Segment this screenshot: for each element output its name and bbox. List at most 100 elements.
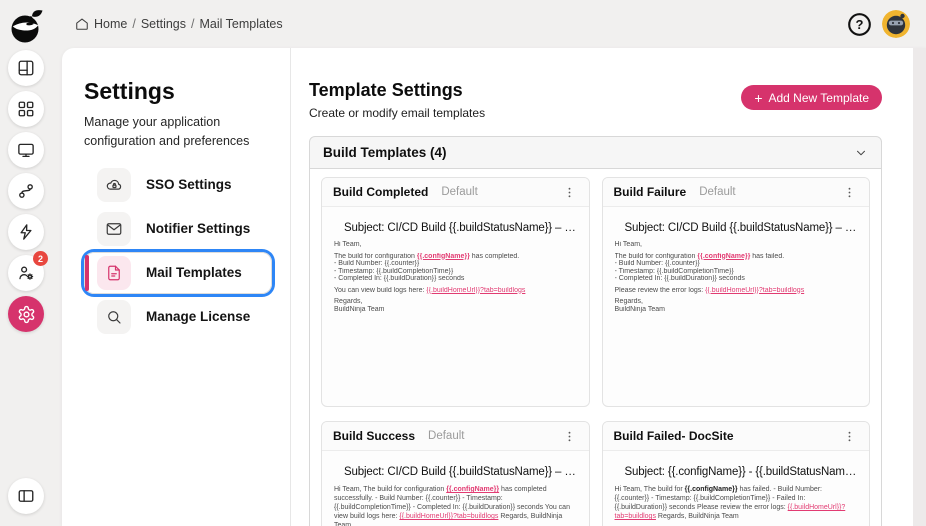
template-body-text: - Completed In: {{.buildDuration}} secon… (334, 275, 465, 282)
template-body-line: - Completed In: {{.buildDuration}} secon… (334, 275, 577, 283)
template-name: Build Success (333, 429, 416, 443)
cloud-lock-icon (97, 167, 131, 202)
page-title: Template Settings (309, 80, 463, 100)
user-settings-icon[interactable]: 2 (8, 251, 48, 291)
template-variable-link[interactable]: {{.configName}} (417, 253, 470, 260)
template-body-text: Regards, (614, 298, 643, 305)
template-default-badge: Default (428, 430, 465, 442)
template-body-line: BuildNinja Team (334, 306, 577, 314)
template-body-text: Regards, (334, 298, 363, 305)
nav-item-mail-templates[interactable]: Mail Templates (84, 251, 272, 294)
nav-label: Mail Templates (146, 265, 242, 281)
notification-count-badge: 2 (33, 251, 48, 266)
template-body-line: - Build Number: {{.counter}} (615, 260, 858, 268)
settings-sidebar: Settings Manage your application configu… (62, 48, 291, 526)
dashboard-layout-icon[interactable] (8, 50, 44, 86)
template-card-header: Build Success Default (322, 422, 589, 451)
template-body-line: The build for configuration {{.configNam… (615, 253, 858, 261)
nav-label: SSO Settings (146, 177, 232, 193)
template-variable-link[interactable]: {{.buildHomeUrl}}?tab=buildlogs (399, 513, 498, 520)
template-body-text: Regards, BuildNinja Team (655, 513, 739, 520)
template-body-text: - Build Number: {{.counter}} (614, 260, 700, 267)
accordion-title: Build Templates (4) (323, 145, 447, 160)
template-card-header: Build Failed- DocSite (602, 422, 869, 451)
settings-gear-icon[interactable] (8, 296, 44, 332)
kebab-menu-icon[interactable] (561, 428, 578, 445)
template-body: Hi Team, The build for {{.configName}} h… (615, 485, 858, 521)
breadcrumb-current: Mail Templates (199, 17, 283, 31)
template-body-text: Hi Team, The build for (614, 486, 685, 493)
breadcrumb-separator: / (191, 17, 195, 31)
template-body-line: Hi Team, (334, 241, 577, 249)
template-subject: Subject: CI/CD Build {{.buildStatusName}… (344, 466, 577, 478)
home-icon (76, 18, 88, 30)
add-new-template-button[interactable]: + Add New Template (741, 85, 882, 110)
mail-icon (97, 211, 131, 246)
template-body-line: Hi Team, The build for {{.configName}} h… (615, 485, 858, 521)
template-variable-link[interactable]: {{.configName}} (446, 486, 499, 493)
template-body-text: Hi Team, (614, 241, 643, 248)
lightning-zap-icon[interactable] (8, 214, 44, 250)
settings-title: Settings (84, 78, 175, 104)
kebab-menu-icon[interactable] (561, 184, 578, 201)
template-subject: Subject: CI/CD Build {{.buildStatusName}… (624, 222, 858, 234)
accordion-header[interactable]: Build Templates (4) (309, 136, 882, 169)
nav-item-manage-license[interactable]: Manage License (84, 296, 272, 338)
template-body-line: - Timestamp: {{.buildCompletionTime}} (615, 268, 858, 276)
template-card: Build Completed Default Subject: CI/CD Bui… (321, 177, 590, 407)
main-panel: Settings Manage your application configu… (62, 48, 926, 526)
nav-label: Notifier Settings (146, 221, 251, 237)
topbar: Home / Settings / Mail Templates ? (52, 0, 926, 48)
template-name: Build Completed (333, 185, 429, 199)
template-body-line: - Completed In: {{.buildDuration}} secon… (615, 275, 858, 283)
template-body: Hi Team, The build for configuration {{.… (334, 485, 577, 526)
kebab-menu-icon[interactable] (841, 428, 858, 445)
template-body-text: has failed. (750, 252, 785, 260)
template-body-line: Regards, (615, 298, 858, 306)
page-subtitle: Create or modify email templates (309, 106, 486, 120)
breadcrumb-settings[interactable]: Settings (141, 17, 186, 31)
chevron-down-icon (854, 146, 868, 160)
template-body-text: Hi Team, (334, 241, 362, 248)
kebab-menu-icon[interactable] (841, 184, 858, 201)
help-icon[interactable]: ? (846, 11, 873, 38)
template-variable-link[interactable]: {{.configName}} (697, 253, 750, 260)
vertical-scrollbar[interactable] (913, 48, 926, 526)
buildninja-logo-icon[interactable] (6, 6, 46, 46)
breadcrumb-home[interactable]: Home (94, 17, 127, 31)
git-branch-icon[interactable] (8, 173, 44, 209)
template-variable-link[interactable]: {{.buildHomeUrl}}?tab=buildlogs (426, 287, 525, 294)
template-card-header: Build Failure Default (602, 178, 869, 207)
build-templates-accordion: Build Templates (4) Build Completed Defau… (309, 136, 882, 526)
icon-rail: 2 (0, 0, 52, 526)
template-body-text: has completed. (469, 252, 520, 260)
template-body-line: - Build Number: {{.counter}} (334, 260, 577, 268)
plus-icon: + (754, 89, 763, 106)
search-icon (97, 299, 131, 334)
template-body-text: The build for configuration (614, 252, 698, 260)
template-body-line: You can view build logs here: {{.buildHo… (334, 287, 577, 295)
template-card: Build Failed- DocSite Subject: {{.configN… (601, 421, 870, 526)
template-body-text: - Timestamp: {{.buildCompletionTime}} (334, 267, 454, 275)
template-body-line: The build for configuration {{.configNam… (334, 253, 577, 261)
template-body-text: BuildNinja Team (334, 305, 385, 313)
svg-text:?: ? (856, 17, 864, 32)
collapse-panel-icon[interactable] (8, 478, 44, 514)
template-card-header: Build Completed Default (322, 178, 589, 207)
monitor-icon[interactable] (8, 132, 44, 168)
template-body-line: - Timestamp: {{.buildCompletionTime}} (334, 268, 577, 276)
apps-grid-icon[interactable] (8, 91, 44, 127)
template-body: Hi Team, The build for configuration {{.c… (615, 241, 858, 313)
breadcrumb-separator: / (132, 17, 136, 31)
template-body-text: The build for configuration (334, 252, 417, 260)
template-body-line: BuildNinja Team (615, 306, 858, 314)
template-body-line: Hi Team, (615, 241, 858, 249)
nav-item-notifier-settings[interactable]: Notifier Settings (84, 208, 272, 250)
nav-item-sso-settings[interactable]: SSO Settings (84, 164, 272, 206)
user-avatar[interactable] (882, 10, 910, 38)
template-body-text: - Timestamp: {{.buildCompletionTime}} (614, 267, 734, 275)
template-variable-link[interactable]: {{.buildHomeUrl}}?tab=buildlogs (705, 287, 804, 294)
template-body-text: {{.configName}} (684, 486, 738, 493)
template-body-text: Hi Team, The build for configuration (334, 486, 447, 493)
template-name: Build Failure (613, 185, 687, 199)
